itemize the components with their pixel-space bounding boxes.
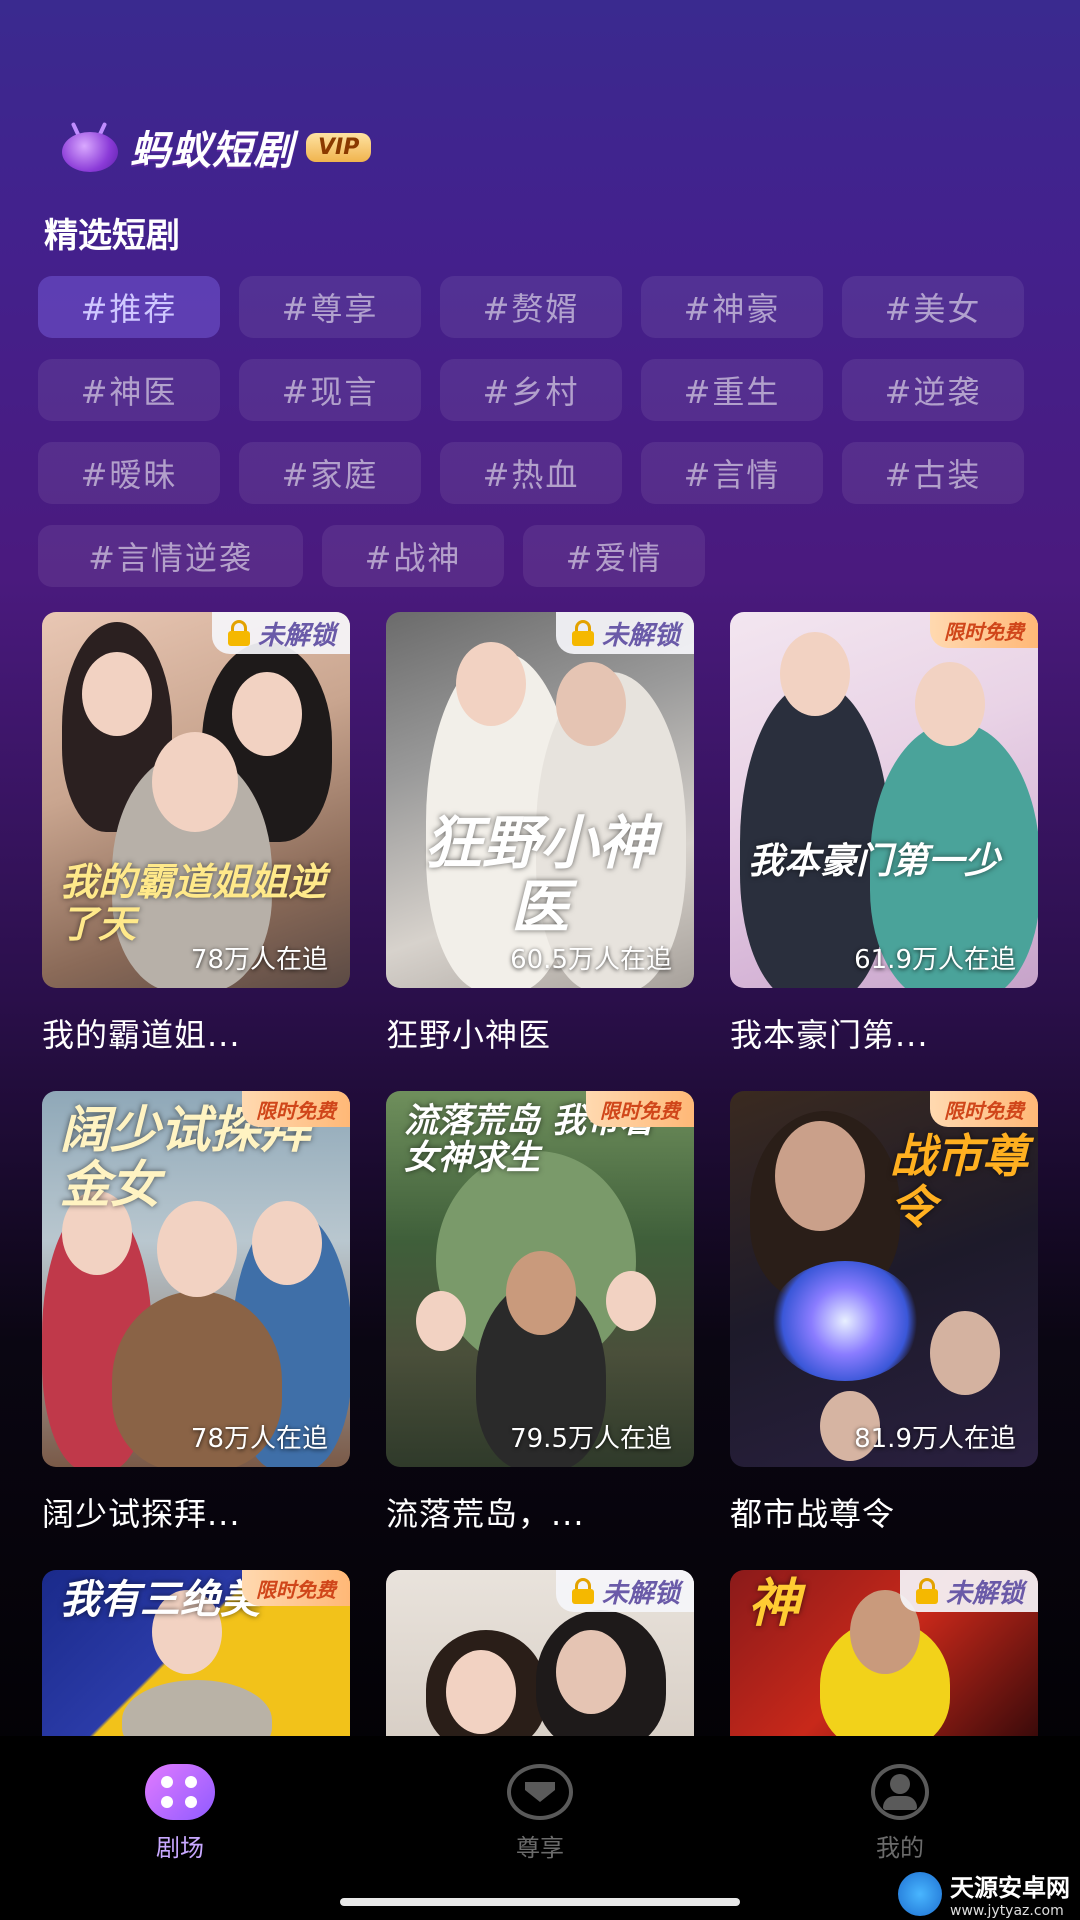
tag-war-god[interactable]: #战神: [322, 525, 504, 587]
badge-label: 未解锁: [601, 1578, 680, 1609]
watermark: 天源安卓网 www.jytyaz.com: [898, 1868, 1070, 1919]
follower-count: 78万人在追: [190, 1424, 328, 1454]
watermark-logo-icon: [898, 1871, 942, 1916]
tag-costume[interactable]: #古装: [842, 442, 1024, 504]
tag-village[interactable]: #乡村: [440, 359, 622, 421]
tag-romance[interactable]: #言情: [641, 442, 823, 504]
drama-card[interactable]: 战市尊令 限时免费 81.9万人在追 都市战尊令: [730, 1091, 1038, 1535]
poster[interactable]: 阔少试探拜金女 限时免费 78万人在追: [42, 1091, 350, 1467]
tab-label: 尊享: [516, 1834, 564, 1862]
poster[interactable]: 我本豪门第一少 限时免费 61.9万人在追: [730, 612, 1038, 988]
free-badge: 限时免费: [242, 1570, 350, 1606]
poster[interactable]: 我有三绝美 限时免费: [42, 1570, 350, 1736]
app-header: 蚂蚁短剧 VIP: [60, 118, 372, 176]
tag-premium[interactable]: #尊享: [239, 276, 421, 338]
home-indicator[interactable]: [340, 1898, 740, 1906]
follower-count: 78万人在追: [190, 945, 328, 975]
free-badge: 限时免费: [930, 612, 1038, 648]
tag-romance-comeback[interactable]: #言情逆袭: [38, 525, 303, 587]
drama-card[interactable]: 阔少试探拜金女 限时免费 78万人在追 阔少试探拜...: [42, 1091, 350, 1535]
tag-hot-blood[interactable]: #热血: [440, 442, 622, 504]
poster[interactable]: 流落荒岛 我带着女神求生 限时免费 79.5万人在追: [386, 1091, 694, 1467]
tag-doctor[interactable]: #神医: [38, 359, 220, 421]
locked-badge: 未解锁: [555, 1570, 694, 1612]
poster[interactable]: 未解锁: [386, 1570, 694, 1736]
free-badge: 限时免费: [586, 1091, 694, 1127]
watermark-url: www.jytyaz.com: [950, 1903, 1064, 1919]
tag-love[interactable]: #爱情: [523, 525, 705, 587]
drama-title[interactable]: 都市战尊令: [730, 1489, 1038, 1535]
tab-theater[interactable]: 剧场: [120, 1764, 240, 1863]
tab-label: 剧场: [156, 1834, 204, 1862]
tag-ambiguous[interactable]: #暧昧: [38, 442, 220, 504]
locked-badge: 未解锁: [555, 612, 694, 654]
drama-title[interactable]: 狂野小神医: [386, 1010, 694, 1056]
theater-icon: [145, 1764, 215, 1820]
poster-title-art: 战市尊令: [890, 1129, 1028, 1234]
lock-icon: [570, 1578, 596, 1604]
poster[interactable]: 狂野小神医 未解锁 60.5万人在追: [386, 612, 694, 988]
follower-count: 60.5万人在追: [510, 945, 672, 975]
drama-card[interactable]: 未解锁: [386, 1570, 694, 1736]
tag-son-in-law[interactable]: #赘婿: [440, 276, 622, 338]
drama-card[interactable]: 神 未解锁: [730, 1570, 1038, 1736]
drama-title[interactable]: 我的霸道姐...: [42, 1010, 350, 1056]
locked-badge: 未解锁: [211, 612, 350, 654]
watermark-name: 天源安卓网: [950, 1874, 1070, 1902]
drama-card[interactable]: 我的霸道姐姐逆了天 未解锁 78万人在追 我的霸道姐...: [42, 612, 350, 1056]
tag-modern-romance[interactable]: #现言: [239, 359, 421, 421]
drama-title[interactable]: 流落荒岛，...: [386, 1489, 694, 1535]
drama-card[interactable]: 狂野小神医 未解锁 60.5万人在追 狂野小神医: [386, 612, 694, 1056]
badge-label: 未解锁: [601, 620, 680, 651]
free-badge: 限时免费: [242, 1091, 350, 1127]
vip-badge[interactable]: VIP: [306, 132, 372, 162]
poster-title-art: 狂野小神医: [423, 809, 656, 941]
follower-count: 61.9万人在追: [854, 945, 1016, 975]
tag-rebirth[interactable]: #重生: [641, 359, 823, 421]
drama-title[interactable]: 阔少试探拜...: [42, 1489, 350, 1535]
profile-icon: [865, 1764, 935, 1820]
tab-mine[interactable]: 我的: [840, 1764, 960, 1863]
diamond-icon: [505, 1764, 575, 1820]
lock-icon: [570, 620, 596, 646]
free-badge: 限时免费: [930, 1091, 1038, 1127]
poster[interactable]: 我的霸道姐姐逆了天 未解锁 78万人在追: [42, 612, 350, 988]
locked-badge: 未解锁: [899, 1570, 1038, 1612]
ant-logo-icon: [60, 121, 120, 172]
follower-count: 79.5万人在追: [510, 1424, 672, 1454]
tab-premium[interactable]: 尊享: [480, 1764, 600, 1863]
tag-beauty[interactable]: #美女: [842, 276, 1024, 338]
tag-recommend[interactable]: #推荐: [38, 276, 220, 338]
poster[interactable]: 战市尊令 限时免费 81.9万人在追: [730, 1091, 1038, 1467]
poster-title-art: 我本豪门第一少: [748, 841, 1001, 882]
follower-count: 81.9万人在追: [854, 1424, 1016, 1454]
lock-icon: [914, 1578, 940, 1604]
badge-label: 未解锁: [945, 1578, 1024, 1609]
badge-label: 未解锁: [257, 620, 336, 651]
app-name: 蚂蚁短剧: [130, 128, 294, 174]
tag-family[interactable]: #家庭: [239, 442, 421, 504]
drama-card[interactable]: 我有三绝美 限时免费: [42, 1570, 350, 1736]
poster[interactable]: 神 未解锁: [730, 1570, 1038, 1736]
tag-tycoon[interactable]: #神豪: [641, 276, 823, 338]
lock-icon: [226, 620, 252, 646]
tag-comeback[interactable]: #逆袭: [842, 359, 1024, 421]
drama-title[interactable]: 我本豪门第...: [730, 1010, 1038, 1056]
section-title: 精选短剧: [44, 216, 180, 256]
tab-label: 我的: [876, 1834, 924, 1862]
drama-card[interactable]: 流落荒岛 我带着女神求生 限时免费 79.5万人在追 流落荒岛，...: [386, 1091, 694, 1535]
poster-title-art: 我的霸道姐姐逆了天: [60, 860, 327, 946]
drama-card[interactable]: 我本豪门第一少 限时免费 61.9万人在追 我本豪门第...: [730, 612, 1038, 1056]
